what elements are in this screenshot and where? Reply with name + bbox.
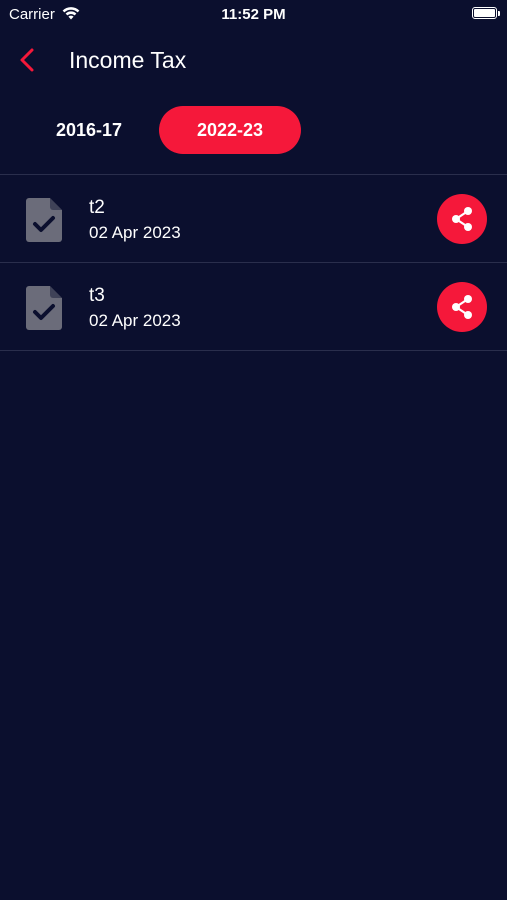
- page-title: Income Tax: [69, 47, 187, 73]
- share-icon: [452, 207, 472, 231]
- share-button[interactable]: [437, 282, 487, 332]
- back-button[interactable]: [12, 44, 44, 76]
- share-button[interactable]: [437, 194, 487, 244]
- status-time: 11:52 PM: [221, 6, 286, 23]
- share-icon: [452, 295, 472, 319]
- status-bar: Carrier 11:52 PM: [0, 0, 507, 28]
- document-row[interactable]: t3 02 Apr 2023: [0, 263, 507, 350]
- document-check-icon: [26, 198, 62, 242]
- divider: [0, 350, 507, 351]
- year-tabs: 2016-17 2022-23: [0, 106, 507, 154]
- document-name: t2: [89, 197, 105, 218]
- chevron-left-icon: [20, 48, 34, 72]
- document-date: 02 Apr 2023: [89, 311, 181, 330]
- document-name: t3: [89, 285, 105, 306]
- tab-2022-23[interactable]: 2022-23: [159, 106, 301, 154]
- document-check-icon: [26, 286, 62, 330]
- document-row[interactable]: t2 02 Apr 2023: [0, 175, 507, 262]
- document-list: t2 02 Apr 2023 t3 02 Apr 2023: [0, 174, 507, 351]
- battery-level: [474, 9, 495, 17]
- navigation-bar: Income Tax: [0, 36, 507, 84]
- document-date: 02 Apr 2023: [89, 223, 181, 242]
- tab-2016-17[interactable]: 2016-17: [34, 106, 144, 154]
- battery-icon: [472, 7, 500, 19]
